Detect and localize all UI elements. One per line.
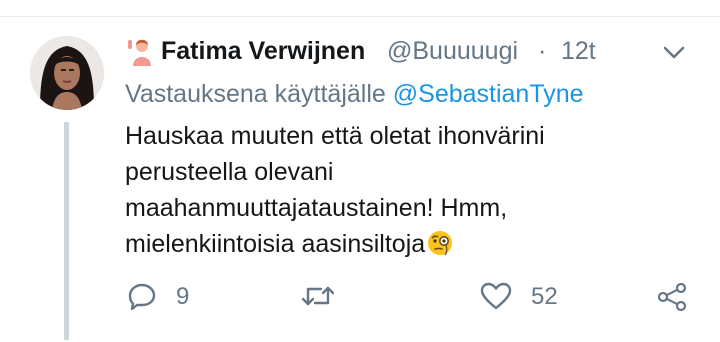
author-handle[interactable]: @Buuuuugi (387, 37, 518, 66)
retweet-button[interactable] (300, 278, 340, 314)
tweet-text-line: Hauskaa muuten että oletat ihonvärini (125, 122, 545, 150)
tweet-text: Hauskaa muuten että oletat ihonvärini pe… (125, 118, 645, 262)
like-button[interactable]: 52 (478, 278, 568, 314)
author-name[interactable]: Fatima Verwijnen (161, 37, 365, 66)
avatar[interactable] (30, 36, 104, 110)
tweet-header: Fatima Verwijnen @Buuuuugi · 12t (125, 32, 695, 72)
chevron-down-icon[interactable] (663, 46, 685, 60)
tweet-actions: 9 52 (125, 278, 695, 314)
tweet-text-line: mielenkiintoisia aasinsiltoja (125, 230, 426, 258)
top-divider (0, 16, 720, 17)
replying-to-line: Vastauksena käyttäjälle @SebastianTyne (125, 80, 584, 109)
thread-line (64, 122, 69, 340)
reply-icon (128, 283, 156, 310)
replying-to-handle[interactable]: @SebastianTyne (393, 80, 584, 108)
replying-prefix: Vastauksena käyttäjälle (125, 80, 386, 108)
tweet-text-line: perusteella olevani (125, 158, 334, 186)
reply-button[interactable]: 9 (125, 278, 195, 314)
tweet-text-line-last: mielenkiintoisia aasinsiltoja (125, 226, 645, 262)
heart-icon (480, 282, 512, 310)
share-icon (657, 282, 687, 312)
raised-hand-emoji (125, 36, 155, 66)
share-button[interactable] (655, 278, 689, 314)
tweet-text-line: maahanmuuttajataustainen! Hmm, (125, 194, 508, 222)
face-with-monocle-emoji (426, 229, 454, 257)
reply-count: 9 (176, 283, 190, 310)
like-count: 52 (531, 283, 558, 310)
separator-dot: · (538, 37, 547, 65)
retweet-icon (301, 286, 335, 306)
timestamp[interactable]: 12t (561, 37, 596, 66)
